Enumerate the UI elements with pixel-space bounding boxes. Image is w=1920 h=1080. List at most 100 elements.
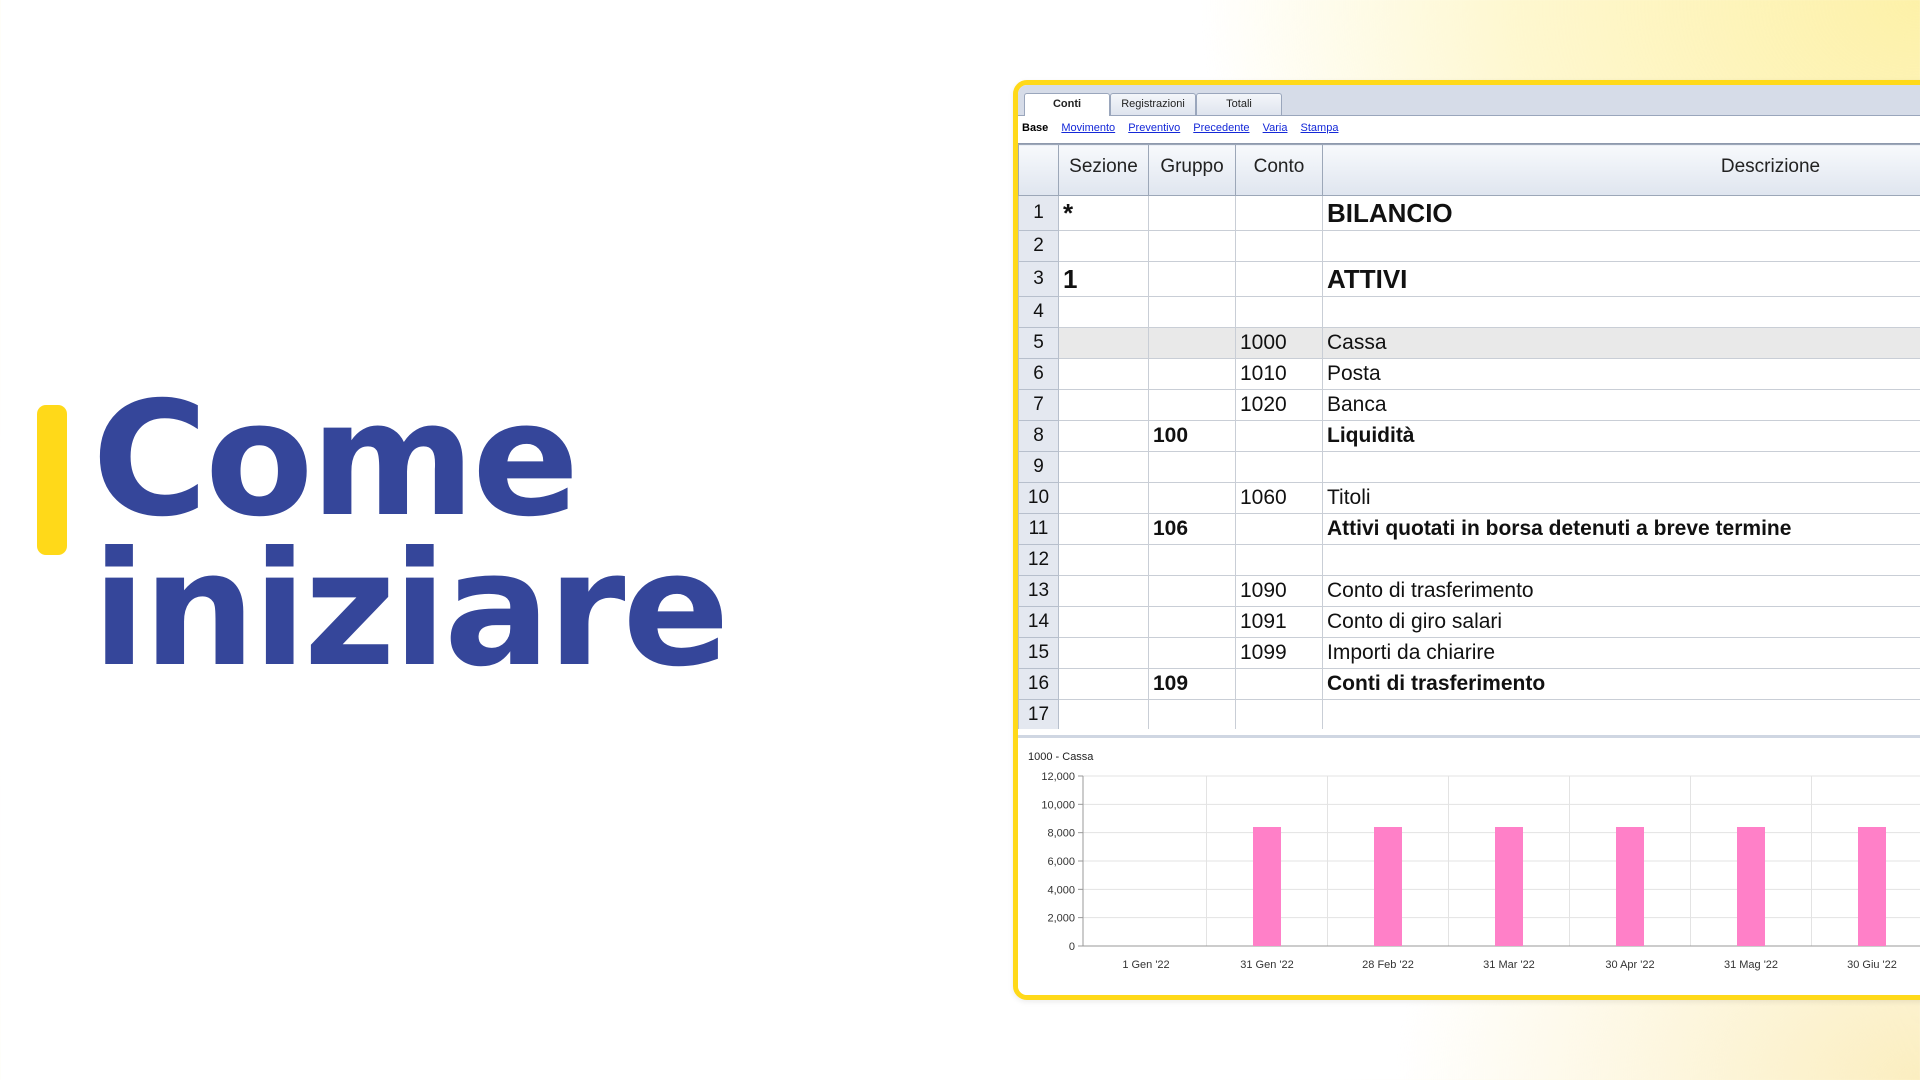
cell-conto[interactable]: 1000 — [1235, 327, 1323, 359]
cell-sezione[interactable] — [1058, 575, 1149, 607]
table-row[interactable]: 5 1000 Cassa — [1018, 327, 1920, 359]
cell-sezione[interactable] — [1058, 296, 1149, 328]
table-row[interactable]: 14 1091 Conto di giro salari — [1018, 606, 1920, 638]
table-row[interactable]: 1 * BILANCIO — [1018, 195, 1920, 231]
cell-sezione[interactable] — [1058, 230, 1149, 262]
view-precedente[interactable]: Precedente — [1193, 122, 1249, 134]
tab-totali[interactable]: Totali — [1196, 93, 1282, 115]
cell-gruppo[interactable] — [1148, 327, 1236, 359]
table-row[interactable]: 15 1099 Importi da chiarire — [1018, 637, 1920, 669]
cell-sezione[interactable] — [1058, 389, 1149, 421]
cell-sezione[interactable] — [1058, 513, 1149, 545]
table-row[interactable]: 11 106 Attivi quotati in borsa detenuti a … — [1018, 513, 1920, 545]
row-number[interactable]: 16 — [1018, 668, 1059, 700]
row-number[interactable]: 10 — [1018, 482, 1059, 514]
table-row[interactable]: 2 — [1018, 230, 1920, 262]
table-row[interactable]: 12 — [1018, 544, 1920, 576]
cell-sezione[interactable] — [1058, 668, 1149, 700]
row-number[interactable]: 14 — [1018, 606, 1059, 638]
cell-descrizione[interactable]: Titoli — [1322, 482, 1920, 514]
cell-gruppo[interactable] — [1148, 195, 1236, 231]
cell-gruppo[interactable] — [1148, 296, 1236, 328]
row-number[interactable]: 17 — [1018, 699, 1059, 729]
cell-gruppo[interactable]: 109 — [1148, 668, 1236, 700]
row-number[interactable]: 7 — [1018, 389, 1059, 421]
cell-descrizione[interactable] — [1322, 296, 1920, 328]
cell-conto[interactable] — [1235, 513, 1323, 545]
cell-descrizione[interactable] — [1322, 230, 1920, 262]
table-row[interactable]: 16 109 Conti di trasferimento — [1018, 668, 1920, 700]
cell-conto[interactable]: 1091 — [1235, 606, 1323, 638]
cell-sezione[interactable] — [1058, 420, 1149, 452]
cell-gruppo[interactable] — [1148, 699, 1236, 729]
cell-conto[interactable] — [1235, 420, 1323, 452]
column-header-sezione[interactable]: Sezione — [1058, 144, 1149, 196]
row-number[interactable]: 4 — [1018, 296, 1059, 328]
view-movimento[interactable]: Movimento — [1061, 122, 1115, 134]
cell-sezione[interactable]: * — [1058, 195, 1149, 231]
tab-conti[interactable]: Conti — [1024, 93, 1110, 116]
cell-descrizione[interactable]: Cassa — [1322, 327, 1920, 359]
cell-descrizione[interactable]: Liquidità — [1322, 420, 1920, 452]
table-row[interactable]: 9 — [1018, 451, 1920, 483]
cell-conto[interactable] — [1235, 296, 1323, 328]
table-row[interactable]: 6 1010 Posta — [1018, 358, 1920, 390]
row-number[interactable]: 12 — [1018, 544, 1059, 576]
cell-gruppo[interactable] — [1148, 544, 1236, 576]
tab-registrazioni[interactable]: Registrazioni — [1110, 93, 1196, 115]
table-row[interactable]: 8 100 Liquidità — [1018, 420, 1920, 452]
column-header-descrizione[interactable]: Descrizione — [1322, 144, 1920, 196]
cell-gruppo[interactable] — [1148, 606, 1236, 638]
cell-sezione[interactable] — [1058, 544, 1149, 576]
cell-sezione[interactable] — [1058, 606, 1149, 638]
row-number[interactable]: 2 — [1018, 230, 1059, 262]
row-number[interactable]: 15 — [1018, 637, 1059, 669]
cell-gruppo[interactable] — [1148, 230, 1236, 262]
cell-gruppo[interactable]: 100 — [1148, 420, 1236, 452]
cell-conto[interactable] — [1235, 261, 1323, 297]
table-row[interactable]: 3 1 ATTIVI — [1018, 261, 1920, 297]
table-row[interactable]: 4 — [1018, 296, 1920, 328]
cell-gruppo[interactable] — [1148, 261, 1236, 297]
cell-descrizione[interactable]: Banca — [1322, 389, 1920, 421]
cell-gruppo[interactable]: 106 — [1148, 513, 1236, 545]
cell-descrizione[interactable] — [1322, 451, 1920, 483]
cell-gruppo[interactable] — [1148, 637, 1236, 669]
cell-descrizione[interactable]: Conto di trasferimento — [1322, 575, 1920, 607]
cell-descrizione[interactable]: Attivi quotati in borsa detenuti a breve… — [1322, 513, 1920, 545]
cell-conto[interactable]: 1020 — [1235, 389, 1323, 421]
cell-descrizione[interactable]: Conti di trasferimento — [1322, 668, 1920, 700]
cell-sezione[interactable] — [1058, 699, 1149, 729]
cell-gruppo[interactable] — [1148, 389, 1236, 421]
row-number[interactable]: 6 — [1018, 358, 1059, 390]
cell-sezione[interactable]: 1 — [1058, 261, 1149, 297]
cell-conto[interactable]: 1060 — [1235, 482, 1323, 514]
cell-descrizione[interactable]: Importi da chiarire — [1322, 637, 1920, 669]
table-row[interactable]: 17 — [1018, 699, 1920, 729]
cell-conto[interactable]: 1099 — [1235, 637, 1323, 669]
table-row[interactable]: 7 1020 Banca — [1018, 389, 1920, 421]
view-stampa[interactable]: Stampa — [1301, 122, 1339, 134]
cell-sezione[interactable] — [1058, 451, 1149, 483]
row-number[interactable]: 5 — [1018, 327, 1059, 359]
cell-gruppo[interactable] — [1148, 575, 1236, 607]
cell-descrizione[interactable]: ATTIVI — [1322, 261, 1920, 297]
row-number[interactable]: 3 — [1018, 261, 1059, 297]
cell-gruppo[interactable] — [1148, 451, 1236, 483]
row-number[interactable]: 9 — [1018, 451, 1059, 483]
cell-sezione[interactable] — [1058, 327, 1149, 359]
cell-conto[interactable]: 1010 — [1235, 358, 1323, 390]
view-preventivo[interactable]: Preventivo — [1128, 122, 1180, 134]
cell-descrizione[interactable]: Conto di giro salari — [1322, 606, 1920, 638]
cell-conto[interactable] — [1235, 451, 1323, 483]
row-number[interactable]: 8 — [1018, 420, 1059, 452]
cell-gruppo[interactable] — [1148, 482, 1236, 514]
cell-descrizione[interactable]: BILANCIO — [1322, 195, 1920, 231]
cell-conto[interactable] — [1235, 544, 1323, 576]
cell-descrizione[interactable] — [1322, 699, 1920, 729]
cell-conto[interactable]: 1090 — [1235, 575, 1323, 607]
cell-sezione[interactable] — [1058, 482, 1149, 514]
cell-descrizione[interactable] — [1322, 544, 1920, 576]
row-number-header[interactable] — [1018, 144, 1059, 196]
row-number[interactable]: 11 — [1018, 513, 1059, 545]
